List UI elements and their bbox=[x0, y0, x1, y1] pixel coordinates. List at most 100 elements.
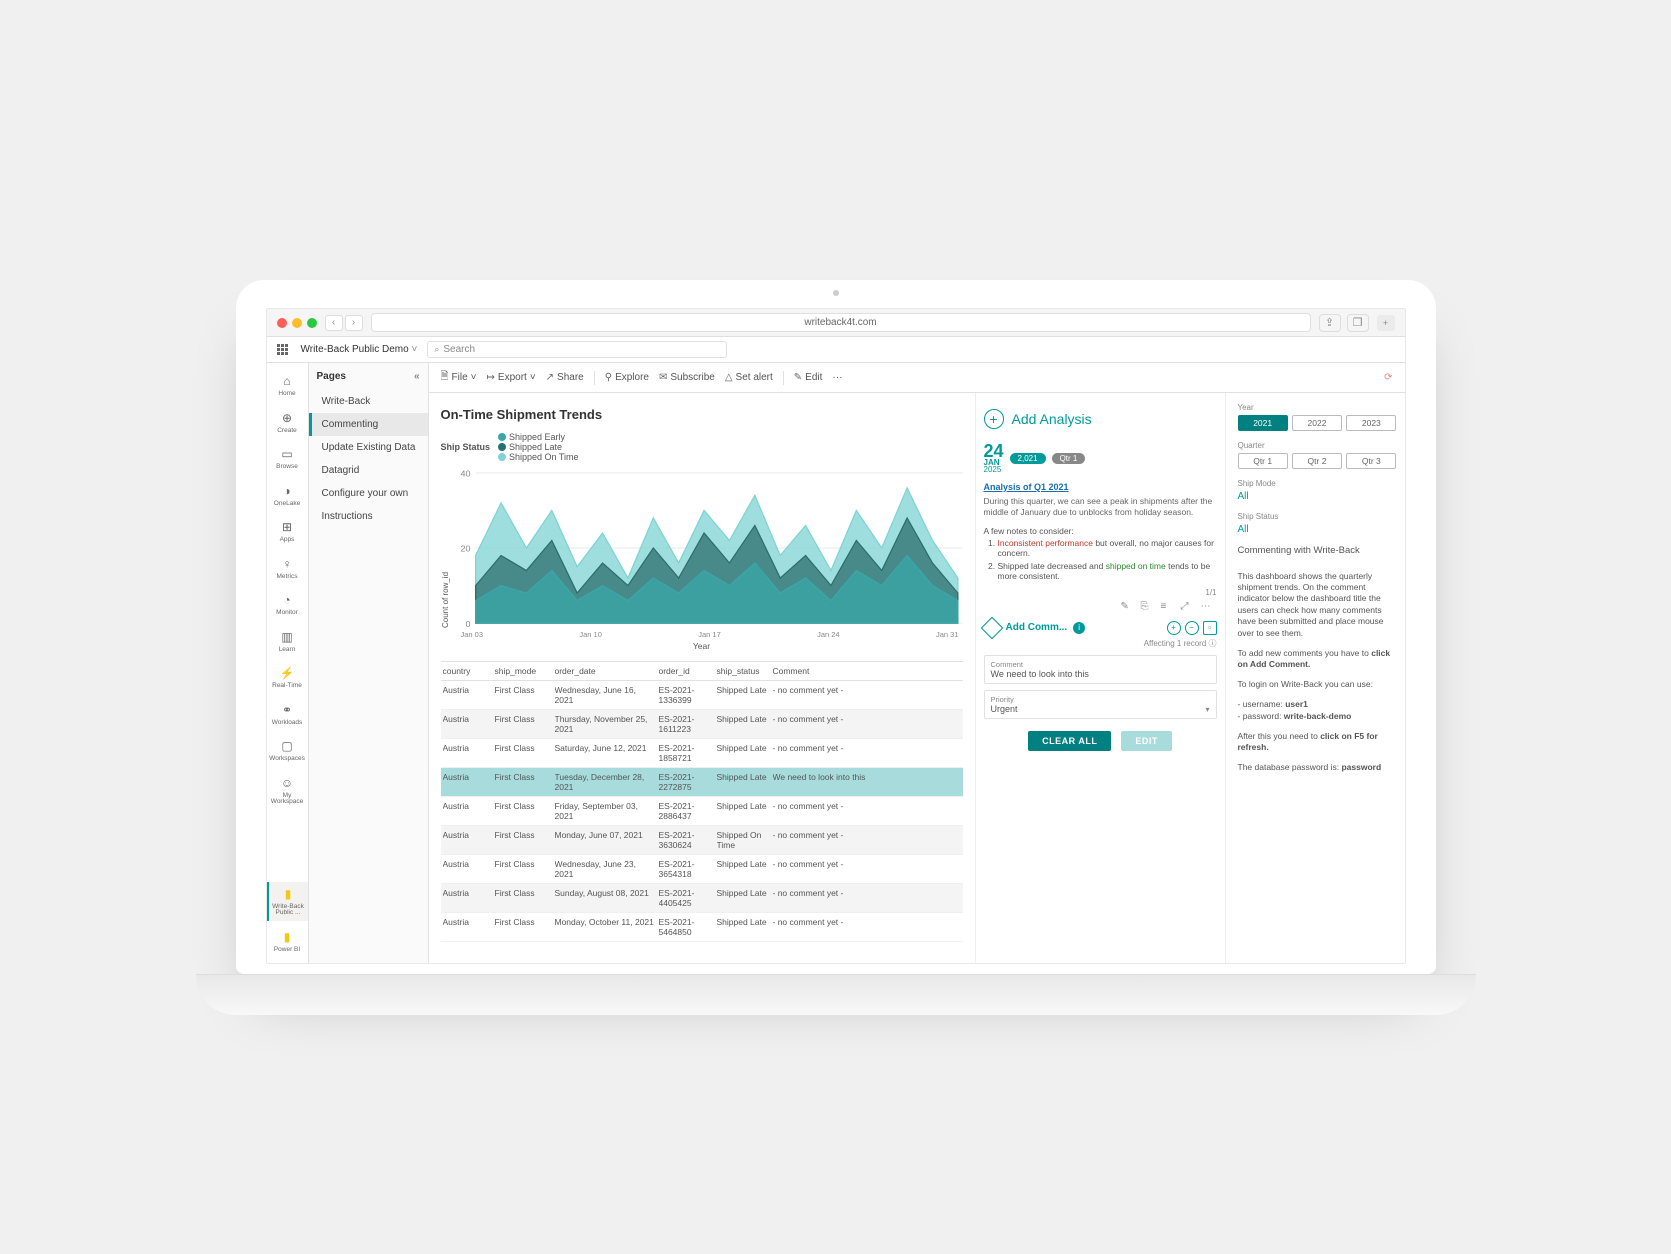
slicer-pill[interactable]: 2023 bbox=[1346, 415, 1396, 431]
subscribe-button[interactable]: ✉Subscribe bbox=[659, 372, 715, 383]
analysis-link[interactable]: Analysis of Q1 2021 bbox=[984, 482, 1069, 492]
explore-button[interactable]: ⚲Explore bbox=[605, 372, 649, 383]
set-alert-button[interactable]: △Set alert bbox=[725, 372, 773, 383]
file-menu[interactable]: 🗎File ˅ bbox=[441, 369, 477, 386]
share-button[interactable]: ↗Share bbox=[546, 372, 584, 383]
slicer-pill[interactable]: Qtr 3 bbox=[1346, 453, 1396, 469]
table-row[interactable]: AustriaFirst ClassThursday, November 25,… bbox=[441, 710, 963, 739]
edit-button[interactable]: ✎Edit bbox=[794, 372, 823, 383]
filter-analysis-icon[interactable]: ≡ bbox=[1161, 601, 1175, 612]
column-header[interactable]: order_id bbox=[659, 666, 713, 676]
column-header[interactable]: ship_mode bbox=[495, 666, 551, 676]
rail-item-powerbi[interactable]: ▮Power BI bbox=[267, 925, 308, 958]
rail-item-browse[interactable]: ▭Browse bbox=[267, 442, 308, 475]
area-chart[interactable]: Count of row_id 02040 bbox=[441, 468, 963, 628]
table-row[interactable]: AustriaFirst ClassFriday, September 03, … bbox=[441, 797, 963, 826]
quarter-slicer-label: Quarter bbox=[1238, 441, 1397, 450]
column-header[interactable]: ship_status bbox=[717, 666, 769, 676]
rail-item-onelake[interactable]: ◑OneLake bbox=[267, 479, 308, 512]
refresh-icon[interactable]: ⟳ bbox=[1384, 372, 1392, 383]
tabs-icon[interactable]: ❐ bbox=[1347, 314, 1369, 332]
add-comment-button[interactable]: Add Comm... bbox=[1006, 622, 1068, 633]
rail-item-myws[interactable]: ☺My Workspace bbox=[267, 771, 308, 810]
column-header[interactable]: Comment bbox=[773, 666, 961, 676]
legend-swatch bbox=[498, 453, 506, 461]
data-table[interactable]: country ship_mode order_date order_id ship_s… bbox=[441, 661, 963, 942]
browser-bar: ‹ › writeback4t.com ⇪ ❐ + bbox=[267, 309, 1405, 337]
slicer-pill[interactable]: 2021 bbox=[1238, 415, 1288, 431]
table-row[interactable]: AustriaFirst ClassTuesday, December 28, … bbox=[441, 768, 963, 797]
legend-item[interactable]: Shipped Late bbox=[498, 442, 579, 452]
table-row[interactable]: AustriaFirst ClassWednesday, June 23, 20… bbox=[441, 855, 963, 884]
rail-item-apps[interactable]: ⊞Apps bbox=[267, 515, 308, 548]
url-bar[interactable]: writeback4t.com bbox=[371, 313, 1311, 332]
copy-analysis-icon[interactable]: ⎘ bbox=[1141, 601, 1155, 612]
svg-text:0: 0 bbox=[465, 619, 470, 628]
collapse-pages-icon[interactable]: « bbox=[414, 371, 420, 382]
slicer-pill[interactable]: Qtr 1 bbox=[1238, 453, 1288, 469]
page-item[interactable]: Instructions bbox=[309, 505, 428, 528]
column-header[interactable]: order_date bbox=[555, 666, 655, 676]
rail-item-home[interactable]: ⌂Home bbox=[267, 369, 308, 402]
powerbi-icon: ▮ bbox=[279, 929, 295, 945]
new-tab-button[interactable]: + bbox=[1377, 315, 1395, 331]
slicer-pill[interactable]: Qtr 2 bbox=[1292, 453, 1342, 469]
monitor-icon: ◔ bbox=[279, 592, 295, 608]
workspace-title[interactable]: Write-Back Public Demo ˅ bbox=[301, 344, 418, 355]
add-analysis-button[interactable]: + Add Analysis bbox=[984, 403, 1217, 443]
window-min-dot[interactable] bbox=[292, 318, 302, 328]
slicer-pill[interactable]: 2022 bbox=[1292, 415, 1342, 431]
zoom-in-icon[interactable]: + bbox=[1167, 621, 1181, 635]
rail-item-workloads[interactable]: ⚭Workloads bbox=[267, 698, 308, 731]
window-close-dot[interactable] bbox=[277, 318, 287, 328]
table-row[interactable]: AustriaFirst ClassSaturday, June 12, 202… bbox=[441, 739, 963, 768]
year-slicer[interactable]: 202120222023 bbox=[1238, 415, 1397, 431]
quarter-slicer[interactable]: Qtr 1Qtr 2Qtr 3 bbox=[1238, 453, 1397, 469]
share-icon[interactable]: ⇪ bbox=[1319, 314, 1341, 332]
page-item[interactable]: Write-Back bbox=[309, 390, 428, 413]
comment-field[interactable]: Comment We need to look into this bbox=[984, 655, 1217, 684]
page-item[interactable]: Datagrid bbox=[309, 459, 428, 482]
rail-item-learn[interactable]: ▥Learn bbox=[267, 625, 308, 658]
zoom-out-icon[interactable]: − bbox=[1185, 621, 1199, 635]
back-button[interactable]: ‹ bbox=[325, 315, 343, 331]
analysis-body: During this quarter, we can see a peak i… bbox=[984, 492, 1217, 526]
legend-item[interactable]: Shipped On Time bbox=[498, 452, 579, 462]
table-row[interactable]: AustriaFirst ClassMonday, June 07, 2021E… bbox=[441, 826, 963, 855]
priority-select[interactable]: Priority Urgent ▾ bbox=[984, 690, 1217, 719]
page-item[interactable]: Commenting bbox=[309, 413, 428, 436]
legend-swatch bbox=[498, 443, 506, 451]
rail-item-workspaces[interactable]: ▢Workspaces bbox=[267, 734, 308, 767]
table-row[interactable]: AustriaFirst ClassWednesday, June 16, 20… bbox=[441, 681, 963, 710]
edit-comment-button[interactable]: EDIT bbox=[1121, 731, 1172, 751]
rail-item-writeback-public[interactable]: ▮Write-Back Public ... bbox=[267, 882, 308, 921]
more-menu[interactable]: ··· bbox=[832, 372, 842, 383]
affecting-records: Affecting 1 record ⓘ bbox=[984, 638, 1217, 655]
page-item[interactable]: Configure your own bbox=[309, 482, 428, 505]
edit-analysis-icon[interactable]: ✎ bbox=[1121, 601, 1135, 612]
table-row[interactable]: AustriaFirst ClassSunday, August 08, 202… bbox=[441, 884, 963, 913]
rail-item-realtime[interactable]: ⚡Real-Time bbox=[267, 661, 308, 694]
open-analysis-icon[interactable]: ⤢ bbox=[1181, 601, 1195, 612]
rail-item-monitor[interactable]: ◔Monitor bbox=[267, 588, 308, 621]
info-icon[interactable]: i bbox=[1073, 622, 1085, 634]
column-header[interactable]: country bbox=[443, 666, 491, 676]
forward-button[interactable]: › bbox=[345, 315, 363, 331]
app-launcher-icon[interactable] bbox=[277, 344, 291, 355]
legend-item[interactable]: Shipped Early bbox=[498, 432, 579, 442]
shipstatus-slicer[interactable]: All bbox=[1238, 524, 1397, 545]
shipmode-slicer[interactable]: All bbox=[1238, 491, 1397, 512]
rail-item-metrics[interactable]: ♀Metrics bbox=[267, 552, 308, 585]
table-row[interactable]: AustriaFirst ClassMonday, October 11, 20… bbox=[441, 913, 963, 942]
more-analysis-icon[interactable]: ⋯ bbox=[1201, 601, 1215, 612]
search-box[interactable]: ⌕ Search bbox=[427, 341, 727, 358]
search-icon: ⌕ bbox=[434, 344, 439, 355]
year-slicer-label: Year bbox=[1238, 403, 1397, 412]
export-menu[interactable]: ↦Export ˅ bbox=[487, 372, 536, 383]
page-item[interactable]: Update Existing Data bbox=[309, 436, 428, 459]
rail-item-create[interactable]: ⊕Create bbox=[267, 406, 308, 439]
expand-icon[interactable]: ▫ bbox=[1203, 621, 1217, 635]
window-max-dot[interactable] bbox=[307, 318, 317, 328]
clear-all-button[interactable]: CLEAR ALL bbox=[1028, 731, 1111, 751]
report-toolbar: 🗎File ˅ ↦Export ˅ ↗Share ⚲Explore ✉Subsc… bbox=[429, 363, 1405, 393]
